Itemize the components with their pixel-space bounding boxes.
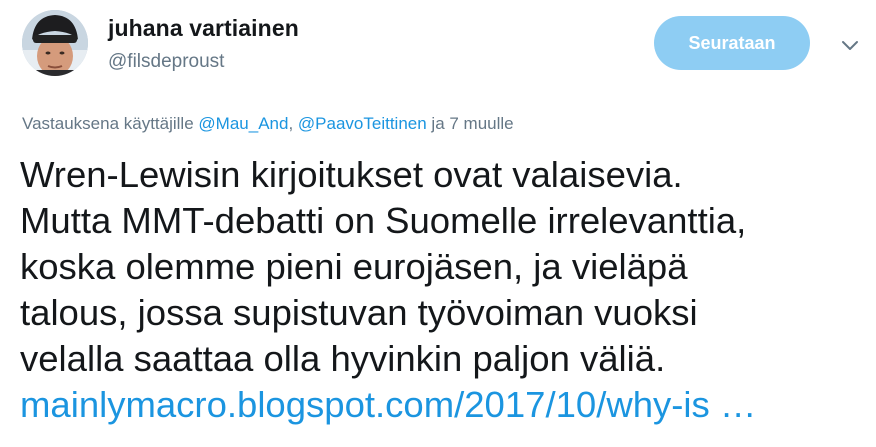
tweet-text: Wren-Lewisin kirjoitukset ovat valaisevi… [20, 152, 870, 428]
tweet-text-line: Wren-Lewisin kirjoitukset ovat valaisevi… [20, 154, 683, 195]
author-handle[interactable]: @filsdeproust [108, 51, 224, 73]
avatar[interactable] [22, 10, 88, 76]
tweet-card: juhana vartiainen @filsdeproust Seurataa… [0, 0, 876, 447]
avatar-image [22, 10, 88, 76]
mention-link-paavoteittinen[interactable]: @PaavoTeittinen [298, 114, 427, 133]
author-name[interactable]: juhana vartiainen [108, 15, 299, 42]
reply-context-suffix[interactable]: ja 7 muulle [431, 114, 513, 133]
following-button[interactable]: Seurataan [654, 16, 810, 70]
tweet-url-link[interactable]: mainlymacro.blogspot.com/2017/10/why-is … [20, 382, 870, 428]
reply-context-separator: , [288, 114, 294, 133]
reply-context-prefix: Vastauksena käyttäjille [22, 114, 194, 133]
reply-context: Vastauksena käyttäjille @Mau_And, @Paavo… [22, 114, 514, 134]
tweet-text-line: koska olemme pieni eurojäsen, ja vieläpä [20, 246, 688, 287]
mention-link-mau-and[interactable]: @Mau_And [198, 114, 288, 133]
chevron-down-icon[interactable] [838, 34, 862, 58]
tweet-text-line: velalla saattaa olla hyvinkin paljon väl… [20, 338, 666, 379]
tweet-text-line: Mutta MMT-debatti on Suomelle irrelevant… [20, 200, 747, 241]
tweet-text-line: talous, jossa supistuvan työvoiman vuoks… [20, 292, 698, 333]
